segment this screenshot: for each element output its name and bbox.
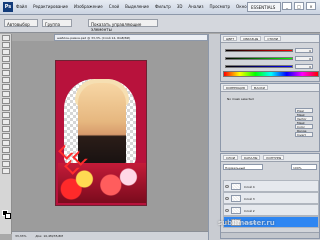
menu-layer[interactable]: Слой [109, 4, 119, 9]
blend-mode-select[interactable]: Нормальный [223, 164, 263, 170]
marquee-tool-icon[interactable] [1, 42, 10, 48]
blue-value[interactable]: 0 [295, 64, 313, 69]
clone-stamp-tool-icon[interactable] [1, 91, 10, 97]
layer-thumbnail [231, 195, 241, 202]
blue-slider[interactable] [225, 65, 293, 68]
type-tool-icon[interactable] [1, 140, 10, 146]
eyedropper-tool-icon[interactable] [1, 70, 10, 76]
layer-row[interactable]: Слой 3 [223, 192, 319, 204]
color-panel-tabs: ЦВЕТ ОБРАЗЦЫ СТИЛИ [221, 35, 319, 43]
watermark-text: sublimaster.ru [218, 219, 275, 227]
lasso-tool-icon[interactable] [1, 49, 10, 55]
tab-masks[interactable]: МАСКИ [250, 85, 268, 90]
background-color-swatch[interactable] [5, 213, 11, 219]
blur-tool-icon[interactable] [1, 119, 10, 125]
eye-icon[interactable] [225, 209, 229, 212]
vector-mask-button[interactable]: Vector Mask [295, 116, 313, 125]
move-tool-preset[interactable]: Автовыбор [4, 19, 38, 27]
layers-panel-footer [221, 232, 319, 238]
layers-panel-tabs: СЛОИ КАНАЛЫ КОНТУРЫ [221, 154, 319, 162]
layer-thumbnail [231, 183, 241, 190]
group-select[interactable]: Группа [42, 19, 72, 27]
dodge-tool-icon[interactable] [1, 126, 10, 132]
eye-icon[interactable] [225, 185, 229, 188]
menu-view[interactable]: Просмотр [210, 4, 231, 9]
photoshop-logo-icon: Ps [3, 2, 13, 12]
mask-status-text: No mask selected [227, 97, 254, 101]
show-transform-controls-checkbox[interactable]: Показать управляющие элементы [88, 19, 158, 32]
tab-layers[interactable]: СЛОИ [223, 155, 238, 160]
tab-swatches[interactable]: ОБРАЗЦЫ [240, 36, 262, 41]
color-range-button[interactable]: Color Range [295, 124, 313, 133]
tool-options-bar: Автовыбор Группа Показать управляющие эл… [0, 15, 320, 33]
adjustments-panel: КОРРЕКЦИЯ МАСКИ No mask selected Pixel M… [220, 83, 320, 152]
document-canvas[interactable] [55, 60, 147, 206]
window-controls: _ □ × [282, 2, 316, 10]
status-bar: 33,33% Док: 10,4M/35,8M [12, 231, 208, 240]
maximize-button[interactable]: □ [294, 2, 304, 10]
menu-bar: Файл Редактирование Изображение Слой Выд… [16, 4, 270, 9]
eraser-tool-icon[interactable] [1, 105, 10, 111]
layer-name: Слой 4 [244, 185, 255, 189]
tab-color[interactable]: ЦВЕТ [223, 36, 238, 41]
zoom-level[interactable]: 33,33% [15, 234, 26, 238]
pen-tool-icon[interactable] [1, 133, 10, 139]
move-tool-icon[interactable] [1, 35, 10, 41]
adjustments-panel-tabs: КОРРЕКЦИЯ МАСКИ [221, 84, 319, 92]
history-brush-tool-icon[interactable] [1, 98, 10, 104]
auto-select-label: Автовыбор [7, 22, 30, 27]
tools-panel [0, 34, 12, 234]
hand-tool-icon[interactable] [1, 161, 10, 167]
green-value[interactable]: 0 [295, 56, 313, 61]
document-tab[interactable]: шаблон-рамка.psd @ 33,3% (Слой 14, RGB/8… [54, 34, 208, 41]
workspace-switcher[interactable]: ESSENTIALS [247, 2, 281, 12]
invert-button[interactable]: Invert [295, 132, 313, 137]
opacity-field[interactable]: 100% [291, 164, 317, 170]
document-size: Док: 10,4M/35,8M [35, 234, 63, 238]
red-value[interactable]: 0 [295, 48, 313, 53]
menu-file[interactable]: Файл [16, 4, 27, 9]
tab-paths[interactable]: КОНТУРЫ [263, 155, 285, 160]
menu-edit[interactable]: Редактирование [33, 4, 68, 9]
color-panel: ЦВЕТ ОБРАЗЦЫ СТИЛИ 0 0 0 [220, 34, 320, 82]
menu-image[interactable]: Изображение [74, 4, 103, 9]
color-spectrum-bar[interactable] [223, 71, 319, 77]
layer-thumbnail [231, 207, 241, 214]
layer-row[interactable]: Слой 2 [223, 204, 319, 216]
tab-adjustments[interactable]: КОРРЕКЦИЯ [223, 85, 248, 90]
path-selection-tool-icon[interactable] [1, 147, 10, 153]
shape-tool-icon[interactable] [1, 154, 10, 160]
layer-row[interactable]: Слой 4 [223, 180, 319, 192]
tab-channels[interactable]: КАНАЛЫ [240, 155, 261, 160]
eye-icon[interactable] [225, 197, 229, 200]
layer-name: Слой 2 [244, 209, 255, 213]
pixel-mask-button[interactable]: Pixel Mask [295, 108, 313, 117]
crop-tool-icon[interactable] [1, 63, 10, 69]
zoom-tool-icon[interactable] [1, 168, 10, 174]
green-slider[interactable] [225, 57, 293, 60]
layer-name: Слой 3 [244, 197, 255, 201]
menu-3d[interactable]: 3D [177, 4, 183, 9]
minimize-button[interactable]: _ [282, 2, 292, 10]
menu-analysis[interactable]: Анализ [188, 4, 203, 9]
gradient-tool-icon[interactable] [1, 112, 10, 118]
tab-styles[interactable]: СТИЛИ [264, 36, 281, 41]
menu-select[interactable]: Выделение [125, 4, 149, 9]
healing-brush-tool-icon[interactable] [1, 77, 10, 83]
menu-window[interactable]: Окно [236, 4, 247, 9]
close-button[interactable]: × [306, 2, 316, 10]
menu-filter[interactable]: Фильтр [155, 4, 171, 9]
red-slider[interactable] [225, 49, 293, 52]
magic-wand-tool-icon[interactable] [1, 56, 10, 62]
application-title-bar: Ps Файл Редактирование Изображение Слой … [0, 0, 320, 15]
brush-tool-icon[interactable] [1, 84, 10, 90]
